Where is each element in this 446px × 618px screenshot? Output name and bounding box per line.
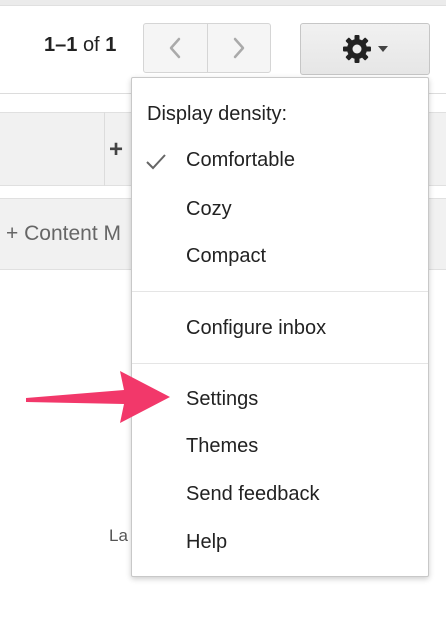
settings-button[interactable] [300, 23, 430, 75]
chevron-right-icon [233, 37, 244, 59]
density-cozy-label: Cozy [186, 198, 232, 220]
newer-button[interactable] [144, 24, 207, 72]
menu-divider [132, 363, 428, 364]
settings-menu: Display density: Comfortable Cozy Compac… [131, 77, 429, 577]
gmail-window: 1–1 of 1 + + Content M La Display densit… [0, 0, 446, 618]
check-icon [146, 154, 166, 170]
pager-range: 1–1 [44, 34, 78, 56]
density-comfortable-label: Comfortable [186, 149, 295, 171]
caret-down-icon [378, 46, 388, 52]
tab-separator [104, 112, 105, 186]
add-tab-button[interactable]: + [109, 136, 123, 164]
configure-inbox-item[interactable]: Configure inbox [132, 308, 428, 348]
help-label: Help [186, 531, 228, 553]
themes-item[interactable]: Themes [132, 426, 428, 466]
density-cozy-item[interactable]: Cozy [132, 189, 428, 229]
density-comfortable-item[interactable]: Comfortable [132, 140, 428, 180]
settings-label: Settings [186, 388, 259, 410]
send-feedback-label: Send feedback [186, 483, 320, 505]
help-item[interactable]: Help [132, 522, 428, 562]
settings-item[interactable]: Settings [132, 379, 428, 419]
menu-divider [132, 291, 428, 292]
gear-icon [343, 35, 371, 63]
display-density-heading: Display density: [147, 103, 288, 125]
arrow-icon [26, 371, 170, 423]
older-button[interactable] [206, 24, 271, 72]
chevron-left-icon [170, 37, 181, 59]
density-compact-item[interactable]: Compact [132, 236, 428, 276]
configure-inbox-label: Configure inbox [186, 317, 327, 339]
density-compact-label: Compact [186, 245, 267, 267]
pager-buttons [143, 23, 271, 73]
themes-label: Themes [186, 435, 259, 457]
pager-total: 1 [105, 34, 117, 56]
send-feedback-item[interactable]: Send feedback [132, 474, 428, 514]
top-divider [0, 0, 446, 6]
footer-text: La [109, 526, 128, 545]
content-row-label[interactable]: + Content M [6, 222, 121, 246]
pager-count: 1–1 of 1 [44, 34, 116, 57]
pager-of: of [82, 34, 100, 56]
